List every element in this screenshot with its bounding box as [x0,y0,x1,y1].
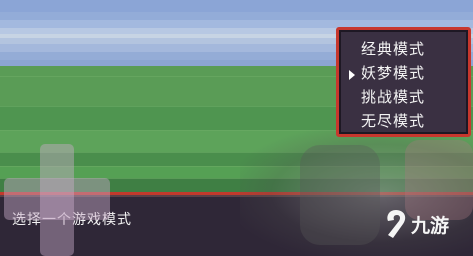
jiuyou-logo-icon [387,210,406,238]
menu-item-youmu[interactable]: 妖梦模式 [361,64,425,82]
selection-cursor-icon [349,70,355,80]
menu-item-classic[interactable]: 经典模式 [361,40,425,58]
watermark-text: 九游 [411,214,450,237]
watermark: 九游 [384,208,449,240]
menu-item-endless[interactable]: 无尽模式 [361,112,425,130]
menu-item-challenge[interactable]: 挑战模式 [361,88,425,106]
game-screen: 选择一个游戏模式 经典模式 妖梦模式 挑战模式 无尽模式 九游 [0,0,473,256]
dpad-horizontal[interactable] [4,178,110,220]
mode-select-menu: 经典模式 妖梦模式 挑战模式 无尽模式 [336,27,471,137]
